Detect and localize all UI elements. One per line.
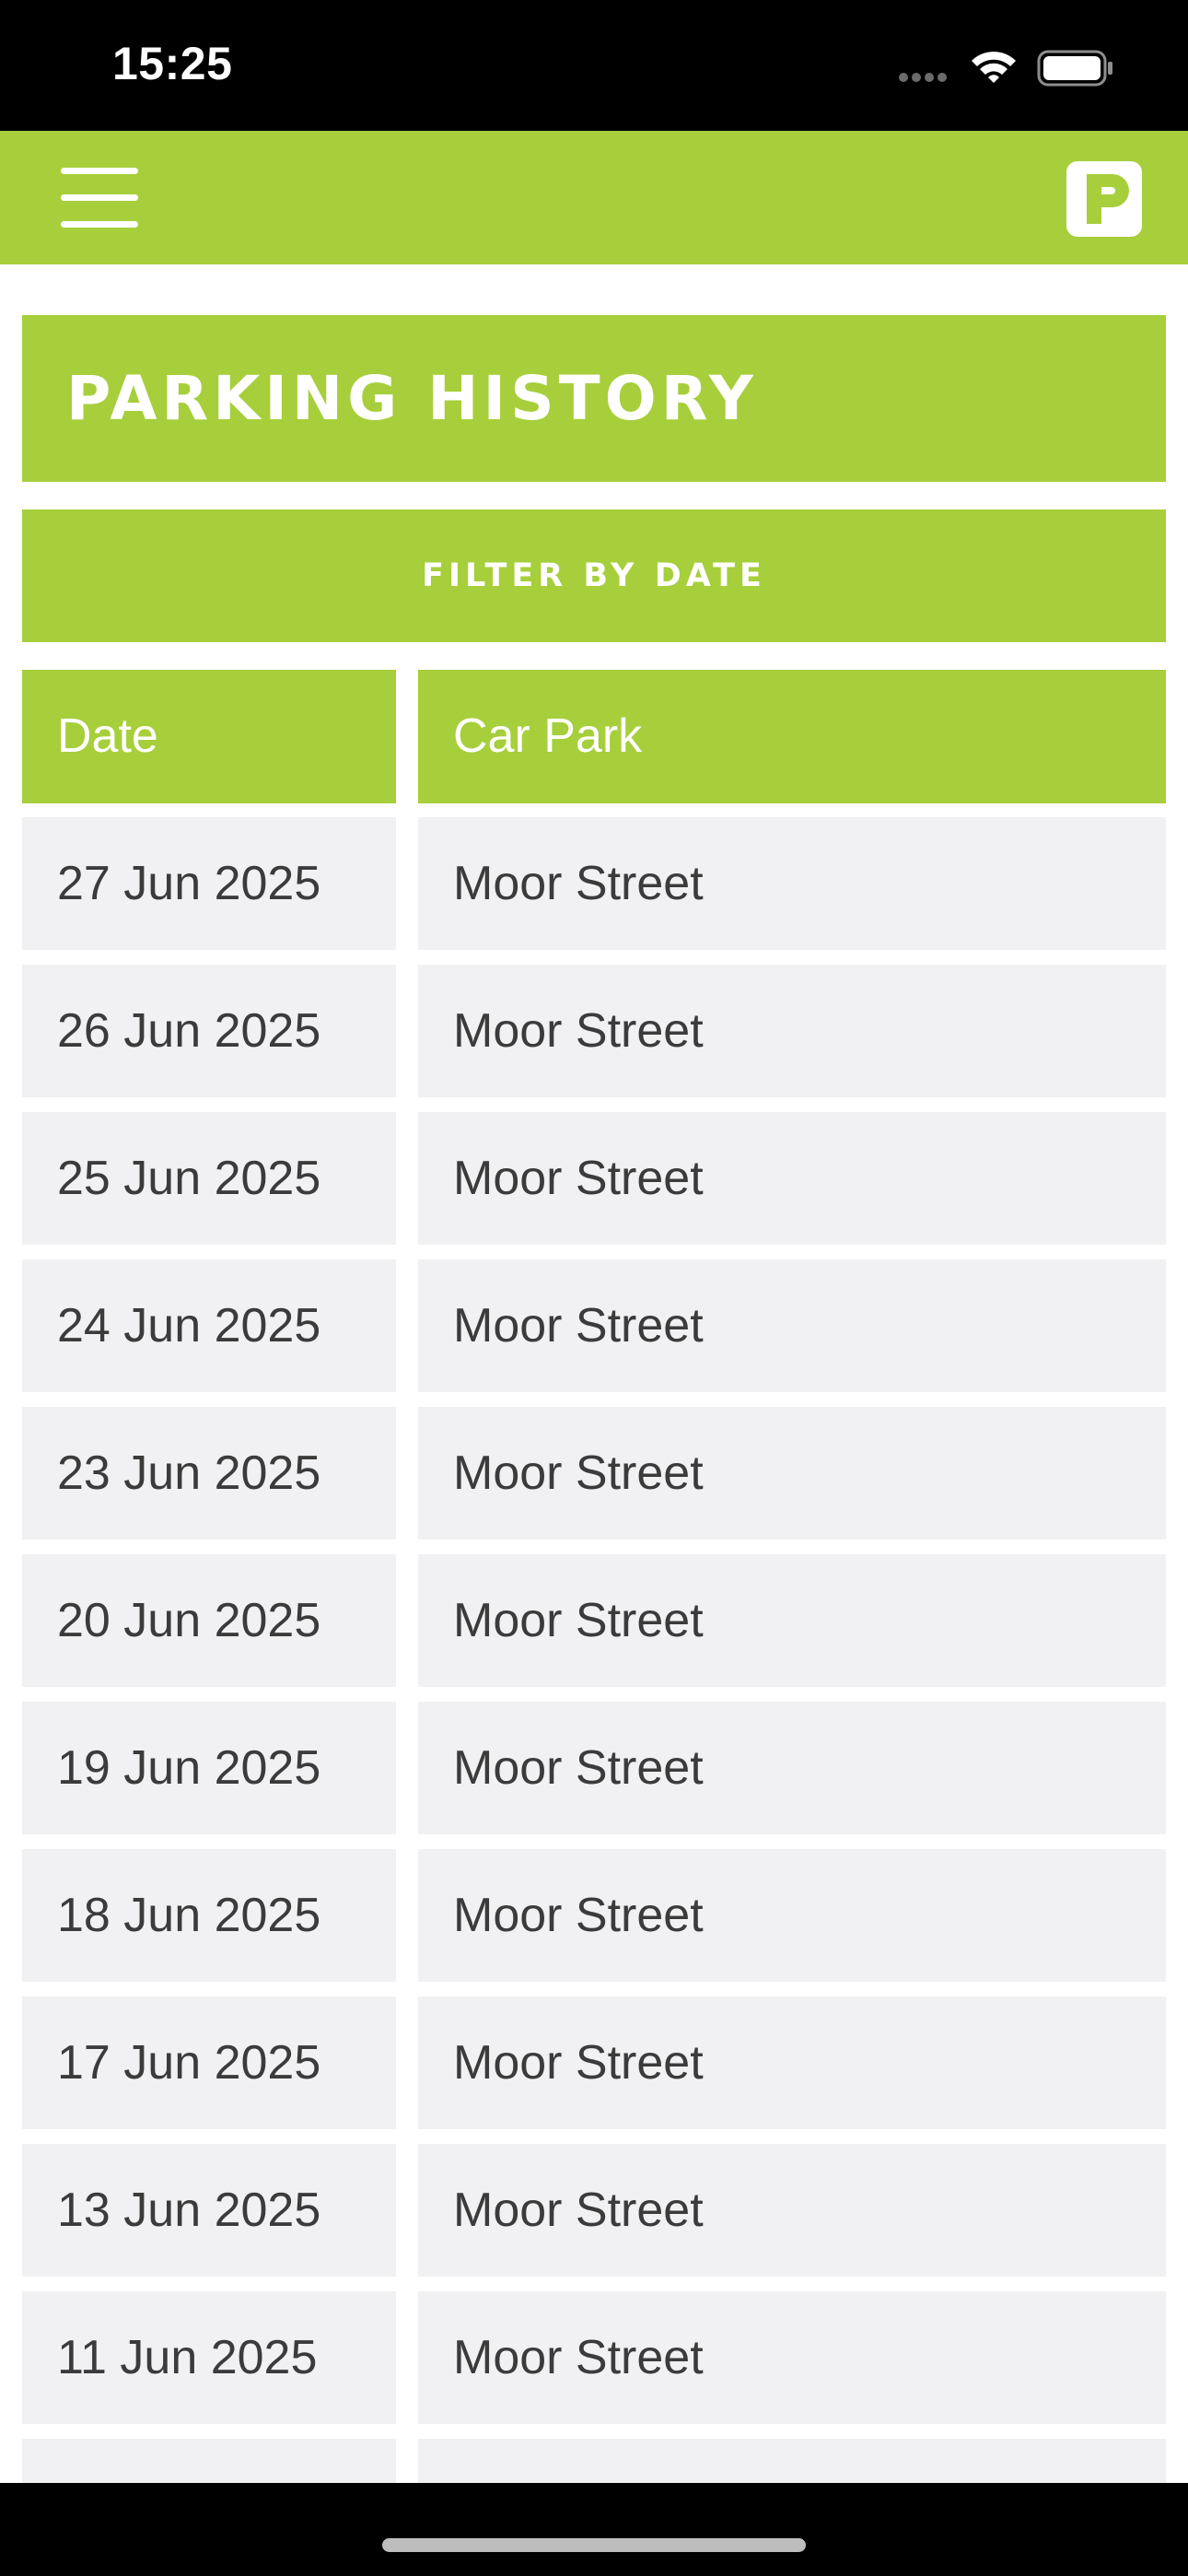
status-time: 15:25 (112, 38, 233, 89)
table-cell-date[interactable]: 11 Jun 2025 (22, 2291, 396, 2424)
table-cell-date[interactable]: 13 Jun 2025 (22, 2144, 396, 2277)
table-cell-car-park[interactable]: Moor Street (418, 1112, 1166, 1245)
filter-by-date-button[interactable]: FILTER BY DATE (22, 509, 1166, 642)
table-cell-car-park[interactable]: Moor Street (418, 2144, 1166, 2277)
table-cell-car-park[interactable]: Moor Street (418, 1849, 1166, 1982)
column-header-date: Date (22, 670, 396, 803)
table-cell-car-park[interactable]: Moor Street (418, 1407, 1166, 1540)
table-cell-date[interactable]: 20 Jun 2025 (22, 1554, 396, 1687)
page-title-banner: PARKING HISTORY (22, 315, 1166, 482)
app-header (0, 131, 1188, 264)
table-cell-car-park[interactable]: Moor Street (418, 965, 1166, 1097)
table-cell-date[interactable]: 17 Jun 2025 (22, 1996, 396, 2129)
table-cell-car-park[interactable]: Moor Street (418, 817, 1166, 950)
parking-p-logo-icon[interactable] (1065, 159, 1144, 239)
bottom-safe-area (0, 2483, 1188, 2576)
table-cell-car-park[interactable]: Moor Street (418, 1996, 1166, 2129)
battery-icon (1037, 50, 1112, 87)
table-cell-date[interactable]: 23 Jun 2025 (22, 1407, 396, 1540)
table-cell-date[interactable] (22, 2439, 396, 2483)
table-cell-car-park[interactable]: Moor Street (418, 1259, 1166, 1392)
main-content: PARKING HISTORY FILTER BY DATE Date Car P… (0, 264, 1188, 2483)
table-cell-car-park[interactable] (418, 2439, 1166, 2483)
table-cell-car-park[interactable]: Moor Street (418, 2291, 1166, 2424)
cell-signal-icon (899, 73, 947, 82)
table-cell-date[interactable]: 19 Jun 2025 (22, 1702, 396, 1834)
table-cell-date[interactable]: 26 Jun 2025 (22, 965, 396, 1097)
home-indicator[interactable] (382, 2538, 806, 2552)
table-cell-car-park[interactable]: Moor Street (418, 1554, 1166, 1687)
table-cell-car-park[interactable]: Moor Street (418, 1702, 1166, 1834)
table-cell-date[interactable]: 24 Jun 2025 (22, 1259, 396, 1392)
page-title: PARKING HISTORY (66, 363, 758, 434)
wifi-icon (972, 52, 1016, 83)
table-cell-date[interactable]: 27 Jun 2025 (22, 817, 396, 950)
status-bar: 15:25 (0, 0, 1188, 131)
hamburger-menu-icon[interactable] (51, 158, 147, 237)
app-screen: 15:25 PARKING HISTORY FILTER BY DATE Dat… (0, 0, 1188, 2576)
table-cell-date[interactable]: 25 Jun 2025 (22, 1112, 396, 1245)
column-header-car-park: Car Park (418, 670, 1166, 803)
table-cell-date[interactable]: 18 Jun 2025 (22, 1849, 396, 1982)
